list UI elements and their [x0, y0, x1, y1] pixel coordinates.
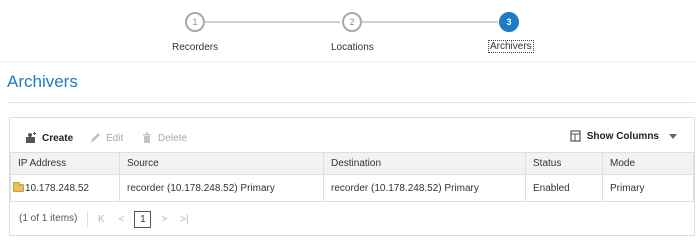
next-page-icon[interactable]: >	[157, 214, 171, 225]
page-title: Archivers	[7, 72, 78, 91]
page-number-button[interactable]: 1	[134, 210, 152, 228]
pager: (1 of 1 items) K < 1 > >|	[10, 204, 191, 234]
delete-button[interactable]: Delete	[141, 130, 187, 146]
folder-icon	[13, 181, 24, 192]
trash-icon	[141, 132, 153, 144]
edit-icon	[89, 132, 101, 144]
cell-status: Enabled	[525, 174, 603, 202]
cell-destination: recorder (10.178.248.52) Primary	[323, 174, 526, 202]
column-header-status[interactable]: Status	[525, 152, 603, 175]
step-2-label[interactable]: Locations	[331, 42, 374, 53]
show-columns-label: Show Columns	[586, 130, 659, 142]
last-page-icon[interactable]: >|	[177, 214, 191, 225]
divider	[7, 102, 695, 103]
archivers-grid-panel: Create Edit Delete Show Columns IP Addre…	[9, 117, 695, 236]
step-3-label[interactable]: Archivers	[488, 40, 534, 53]
step-connector	[362, 21, 498, 23]
columns-icon	[570, 130, 582, 142]
ip-address-value: 10.178.248.52	[25, 182, 89, 194]
prev-page-icon[interactable]: <	[114, 214, 128, 225]
cell-ip-address: 10.178.248.52	[10, 174, 120, 202]
column-header-destination[interactable]: Destination	[323, 152, 526, 175]
step-1-label[interactable]: Recorders	[172, 42, 218, 53]
create-icon	[25, 132, 37, 144]
column-header-source[interactable]: Source	[119, 152, 324, 175]
create-label: Create	[42, 132, 74, 144]
first-page-icon[interactable]: K	[94, 214, 108, 225]
edit-label: Edit	[106, 132, 124, 144]
cell-source: recorder (10.178.248.52) Primary	[119, 174, 324, 202]
grid-toolbar: Create Edit Delete Show Columns	[10, 118, 694, 152]
step-3-indicator[interactable]: 3	[499, 12, 519, 32]
edit-button[interactable]: Edit	[89, 130, 123, 146]
column-header-mode[interactable]: Mode	[602, 152, 694, 175]
archivers-table: IP Address Source Destination Status Mod…	[10, 152, 694, 202]
wizard-stepper: 1 2 3 Recorders Locations Archivers	[0, 0, 696, 62]
pager-info: (1 of 1 items)	[10, 211, 89, 227]
show-columns-button[interactable]: Show Columns	[570, 130, 677, 142]
delete-label: Delete	[158, 132, 187, 144]
chevron-down-icon	[669, 133, 677, 139]
step-connector	[205, 21, 340, 23]
step-1-indicator[interactable]: 1	[185, 12, 205, 32]
column-header-ip-address[interactable]: IP Address	[10, 152, 120, 175]
table-row[interactable]: 10.178.248.52 recorder (10.178.248.52) P…	[10, 174, 694, 202]
step-2-indicator[interactable]: 2	[342, 12, 362, 32]
cell-mode: Primary	[602, 174, 694, 202]
table-header-row: IP Address Source Destination Status Mod…	[10, 152, 694, 175]
create-button[interactable]: Create	[25, 130, 73, 146]
